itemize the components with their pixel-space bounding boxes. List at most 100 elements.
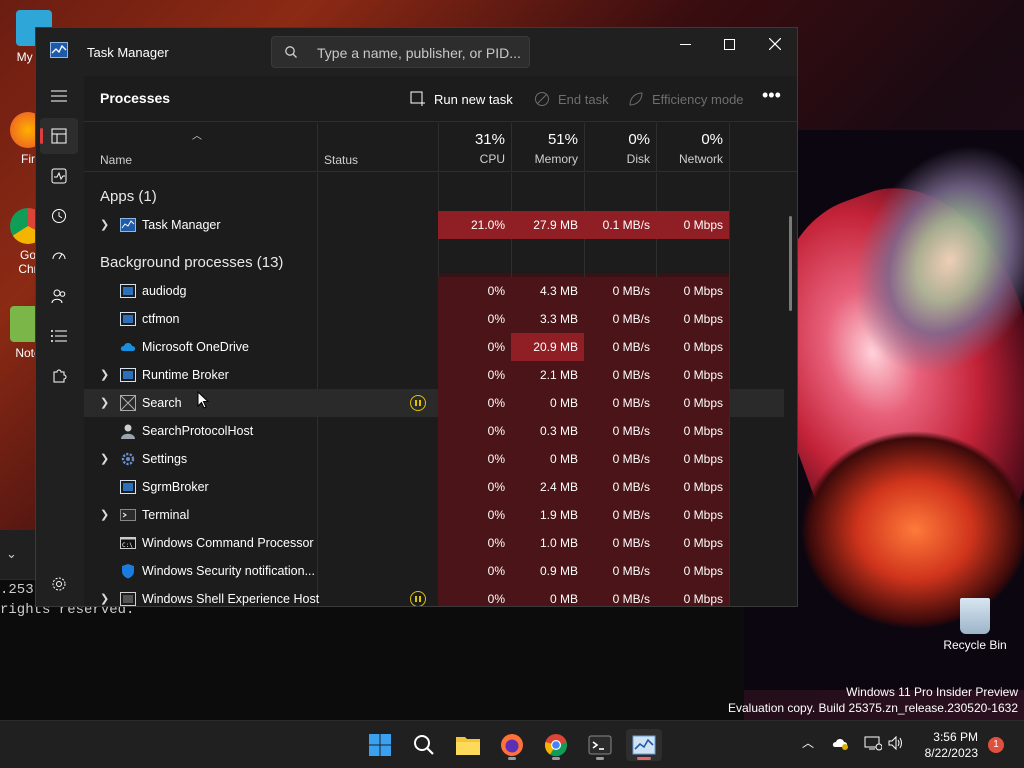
taskbar-terminal[interactable] — [582, 729, 618, 761]
desktop-icon-recycle-bin[interactable]: Recycle Bin — [940, 598, 1010, 652]
user-service-icon — [121, 424, 135, 439]
run-new-task-button[interactable]: Run new task — [410, 88, 513, 110]
table-row[interactable]: ❯ Task Manager 21.0% 27.9 MB 0.1 MB/s 0 … — [84, 211, 784, 239]
taskbar-chrome[interactable] — [538, 729, 574, 761]
table-row[interactable]: ❯ Search 0% 0 MB 0 MB/s 0 Mbps — [84, 389, 784, 417]
nav-settings[interactable] — [40, 566, 78, 602]
nav-app-history[interactable] — [40, 198, 78, 234]
table-row[interactable]: ctfmon 0% 3.3 MB 0 MB/s 0 Mbps — [84, 305, 784, 333]
efficiency-mode-button[interactable]: Efficiency mode — [628, 88, 744, 110]
sort-ascending-icon[interactable]: ︿ — [192, 127, 202, 142]
users-icon — [51, 289, 66, 304]
chevron-down-icon[interactable]: ⌄ — [6, 546, 17, 562]
taskbar-task-manager[interactable] — [626, 729, 662, 761]
nav-details[interactable] — [40, 318, 78, 354]
chevron-right-icon[interactable]: ❯ — [100, 368, 109, 381]
network-value: 0 Mbps — [656, 585, 729, 606]
close-button[interactable] — [752, 28, 797, 60]
taskbar-firefox[interactable] — [494, 729, 530, 761]
title-bar[interactable]: Task Manager Type a name, publisher, or … — [36, 28, 797, 76]
task-manager-app-icon — [50, 42, 68, 58]
nav-services[interactable] — [40, 358, 78, 394]
onedrive-status-icon[interactable] — [832, 735, 850, 751]
settings-gear-icon — [121, 452, 135, 466]
history-icon — [52, 209, 66, 223]
table-row[interactable]: SearchProtocolHost 0% 0.3 MB 0 MB/s 0 Mb… — [84, 417, 784, 445]
show-hidden-icons-chevron-up-icon[interactable]: ︿ — [802, 734, 814, 751]
process-name: SearchProtocolHost — [142, 424, 254, 438]
table-row[interactable]: ❯ Runtime Broker 0% 2.1 MB 0 MB/s 0 Mbps — [84, 361, 784, 389]
process-name: Terminal — [142, 508, 190, 522]
table-row[interactable]: ❯ Terminal 0% 1.9 MB 0 MB/s 0 Mbps — [84, 501, 784, 529]
network-value: 0 Mbps — [656, 473, 729, 501]
table-row[interactable]: C:\ Windows Command Processor 0% 1.0 MB … — [84, 529, 784, 557]
column-memory[interactable]: 51% Memory — [511, 123, 584, 172]
shield-icon — [122, 564, 134, 579]
clock[interactable]: 3:56 PM 8/22/2023 — [910, 729, 978, 761]
volume-icon[interactable] — [888, 735, 904, 751]
chevron-right-icon[interactable]: ❯ — [100, 218, 109, 231]
cpu-value: 0% — [438, 361, 511, 389]
column-cpu[interactable]: 31% CPU — [438, 123, 511, 172]
memory-value: 4.3 MB — [511, 277, 584, 305]
table-row[interactable]: ❯ Windows Shell Experience Host 0% 0 MB … — [84, 585, 784, 606]
cpu-value: 0% — [438, 277, 511, 305]
network-value: 0 Mbps — [656, 211, 729, 239]
cpu-value: 0% — [438, 417, 511, 445]
memory-value: 1.9 MB — [511, 501, 584, 529]
nav-performance[interactable] — [40, 158, 78, 194]
window-title: Task Manager — [87, 45, 169, 60]
navigation-pane — [36, 76, 84, 606]
nav-processes[interactable] — [40, 118, 78, 154]
table-row[interactable]: SgrmBroker 0% 2.4 MB 0 MB/s 0 Mbps — [84, 473, 784, 501]
disk-value: 0 MB/s — [584, 585, 656, 606]
maximize-button[interactable] — [706, 28, 752, 60]
column-spacer — [729, 123, 797, 172]
window-app-icon — [120, 592, 136, 606]
process-name: Microsoft OneDrive — [142, 340, 249, 354]
column-disk[interactable]: 0% Disk — [584, 123, 656, 172]
disk-value: 0 MB/s — [584, 389, 656, 417]
more-options-button[interactable]: ••• — [762, 84, 781, 106]
chevron-right-icon[interactable]: ❯ — [100, 452, 109, 465]
mouse-cursor-icon — [197, 391, 209, 409]
firefox-icon — [501, 734, 523, 756]
network-icon[interactable] — [864, 735, 882, 751]
column-network[interactable]: 0% Network — [656, 123, 729, 172]
run-task-icon — [410, 91, 425, 106]
taskbar-file-explorer[interactable] — [450, 729, 486, 761]
chevron-right-icon[interactable]: ❯ — [100, 396, 109, 409]
table-row[interactable]: audiodg 0% 4.3 MB 0 MB/s 0 Mbps — [84, 277, 784, 305]
nav-users[interactable] — [40, 278, 78, 314]
nav-startup-apps[interactable] — [40, 238, 78, 274]
processes-page: Processes Run new task End task Efficien… — [84, 76, 797, 606]
command-bar: Processes Run new task End task Efficien… — [84, 76, 797, 122]
disk-value: 0.1 MB/s — [584, 211, 656, 239]
search-input[interactable]: Type a name, publisher, or PID... — [271, 36, 530, 68]
terminal-text-line: .253 — [0, 582, 34, 598]
table-row[interactable]: Microsoft OneDrive 0% 20.9 MB 0 MB/s 0 M… — [84, 333, 784, 361]
notification-badge[interactable]: 1 — [988, 737, 1004, 753]
taskbar-search-button[interactable] — [406, 729, 442, 761]
column-status[interactable]: Status — [317, 123, 438, 172]
window-app-icon — [120, 480, 136, 494]
processes-icon — [51, 128, 67, 144]
table-row[interactable]: ❯ Settings 0% 0 MB 0 MB/s 0 Mbps — [84, 445, 784, 473]
start-button[interactable] — [362, 729, 398, 761]
minimize-button[interactable] — [662, 28, 708, 60]
hamburger-menu-button[interactable] — [40, 78, 78, 114]
table-row[interactable]: Windows Security notification... 0% 0.9 … — [84, 557, 784, 585]
gear-icon — [52, 577, 66, 591]
memory-value: 0 MB — [511, 585, 584, 606]
cpu-value: 0% — [438, 305, 511, 333]
windows-watermark: Windows 11 Pro Insider Preview Evaluatio… — [728, 685, 1018, 715]
chevron-right-icon[interactable]: ❯ — [100, 592, 109, 605]
hamburger-icon — [51, 90, 67, 102]
process-name: Windows Shell Experience Host — [142, 592, 320, 606]
chevron-right-icon[interactable]: ❯ — [100, 508, 109, 521]
scrollbar[interactable] — [789, 216, 792, 311]
window-app-icon — [120, 312, 136, 326]
leaf-icon — [629, 92, 643, 106]
column-name[interactable]: Name — [100, 153, 132, 167]
end-task-button[interactable]: End task — [534, 88, 609, 110]
